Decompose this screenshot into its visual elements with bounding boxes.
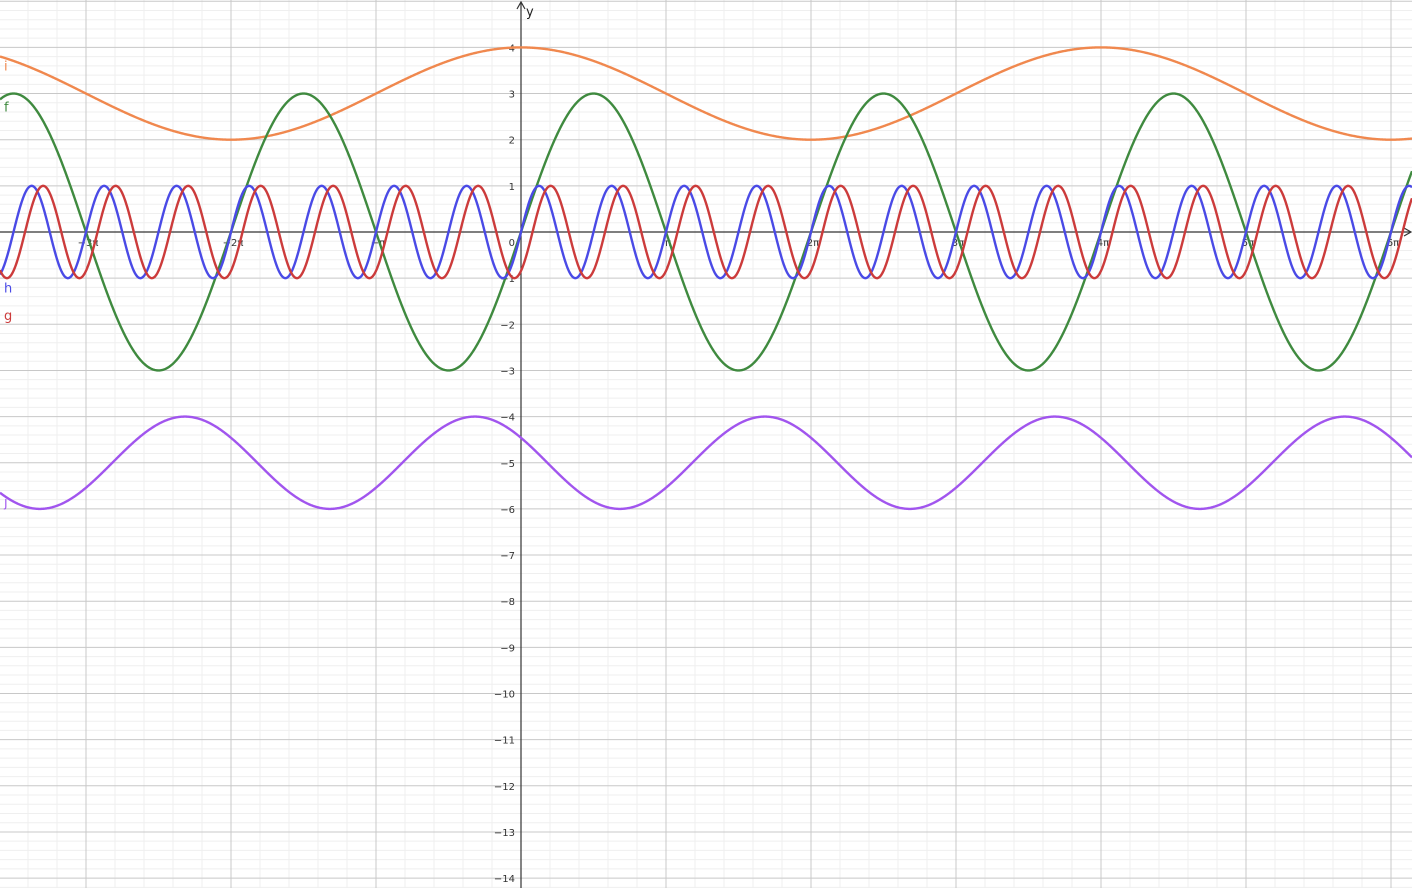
y-tick-label: −9: [500, 643, 515, 654]
y-tick-label: −3: [500, 366, 515, 377]
curve-label-f: f: [4, 100, 9, 115]
origin-label: 0: [509, 238, 515, 249]
curve-label-i: i: [4, 60, 8, 75]
function-graph[interactable]: y −3π −2π −π π 2π 3π 4π 5π 6π04321−1−2−3−4−5−6−7…: [0, 0, 1412, 888]
y-tick-label: −5: [500, 459, 515, 470]
y-tick-label: −8: [500, 597, 515, 608]
curve-label-h: h: [4, 281, 12, 296]
curve-label-g: g: [4, 309, 12, 324]
y-tick-label: −11: [494, 736, 515, 747]
y-tick-label: −14: [494, 874, 515, 885]
y-tick-label: 1: [509, 182, 515, 193]
y-tick-label: −2: [500, 320, 515, 331]
y-tick-label: −10: [494, 690, 515, 701]
y-axis-label: y: [526, 5, 534, 20]
curve-label-j: j: [3, 496, 8, 511]
y-tick-label: −4: [500, 413, 515, 424]
y-tick-label: 2: [509, 136, 515, 147]
y-tick-label: −12: [494, 782, 515, 793]
y-tick-label: 3: [509, 90, 515, 101]
y-tick-label: −7: [500, 551, 515, 562]
y-tick-label: −6: [500, 505, 515, 516]
y-tick-label: −13: [494, 828, 515, 839]
